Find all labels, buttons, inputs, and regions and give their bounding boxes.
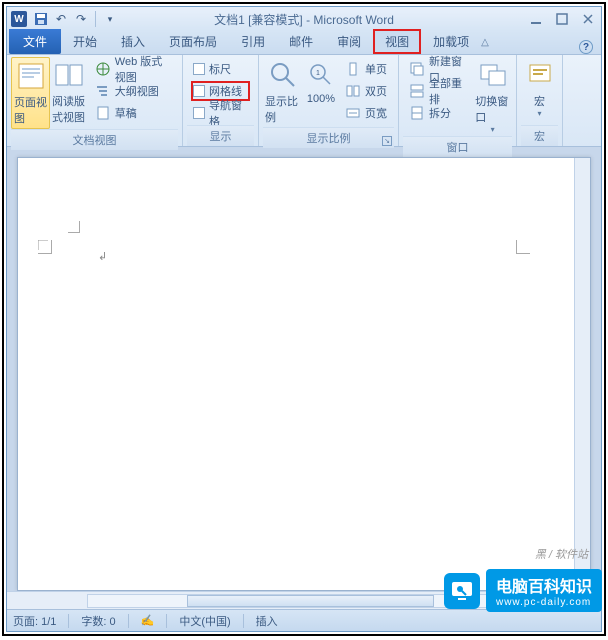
dialog-launcher-icon[interactable]: ↘ (382, 136, 392, 146)
watermark-url: www.pc-daily.com (496, 597, 592, 608)
help-icon[interactable]: ? (579, 40, 593, 54)
minimize-button[interactable] (527, 12, 545, 26)
zoom-100-button[interactable]: 1 100% (303, 57, 339, 107)
tab-addins[interactable]: 加载项 (421, 29, 481, 54)
reading-layout-label: 阅读版式视图 (52, 93, 87, 125)
checkbox-icon (193, 85, 205, 97)
margin-corner-tl (38, 240, 52, 254)
window-title: 文档1 [兼容模式] - Microsoft Word (214, 11, 394, 28)
draft-label: 草稿 (115, 105, 137, 121)
outline-button[interactable]: 大纲视图 (93, 81, 174, 101)
maximize-button[interactable] (553, 12, 571, 26)
group-document-views: 页面视图 阅读版式视图 Web 版式视图 大纲视图 (7, 55, 183, 146)
tab-home[interactable]: 开始 (61, 29, 109, 54)
dropdown-icon: ▾ (537, 109, 541, 118)
ruler-checkbox[interactable]: 标尺 (191, 59, 250, 79)
svg-text:1: 1 (316, 70, 320, 77)
arrange-all-button[interactable]: 全部重排 (407, 81, 469, 101)
status-proofing-icon[interactable]: ✍ (141, 614, 155, 627)
status-page[interactable]: 页面: 1/1 (13, 613, 56, 629)
group-zoom: 显示比例 1 100% 单页 双页 (259, 55, 399, 146)
switch-windows-button[interactable]: 切换窗口 ▾ (473, 57, 512, 136)
page-width-button[interactable]: 页宽 (343, 103, 389, 123)
margin-corner-tr (516, 240, 530, 254)
two-page-label: 双页 (365, 83, 387, 99)
tab-view[interactable]: 视图 (373, 29, 421, 54)
zoom-100-label: 100% (307, 93, 335, 105)
navpane-checkbox[interactable]: 导航窗格 (191, 103, 250, 123)
group-window: 新建窗口 全部重排 拆分 切换窗口 ▾ 窗口 (399, 55, 517, 146)
one-page-label: 单页 (365, 61, 387, 77)
undo-icon[interactable]: ↶ (52, 10, 70, 28)
titlebar: W ↶ ↷ ▾ 文档1 [兼容模式] - Microsoft Word (7, 7, 601, 31)
document-area: ↲ (7, 147, 601, 609)
tab-references[interactable]: 引用 (229, 29, 277, 54)
checkbox-icon (193, 107, 205, 119)
word-app-icon: W (11, 11, 27, 27)
watermark-logo: 电脑百科知识 www.pc-daily.com (444, 569, 602, 612)
zoom-button[interactable]: 显示比例 (263, 57, 303, 127)
print-layout-label: 页面视图 (14, 94, 47, 126)
zoom-label: 显示比例 (265, 93, 301, 125)
qat-separator (95, 11, 96, 27)
tab-layout[interactable]: 页面布局 (157, 29, 229, 54)
tab-review[interactable]: 审阅 (325, 29, 373, 54)
checkbox-icon (193, 63, 205, 75)
watermark-monitor-icon (444, 573, 480, 609)
group-label-window: 窗口 (403, 136, 512, 157)
print-layout-button[interactable]: 页面视图 (11, 57, 50, 129)
group-macros: 宏 ▾ 宏 (517, 55, 563, 146)
document-page[interactable]: ↲ (17, 157, 591, 591)
paragraph-mark-icon: ↲ (98, 250, 107, 263)
tab-insert[interactable]: 插入 (109, 29, 157, 54)
watermark-small-text: 黑 / 软件站 (535, 546, 588, 562)
status-word-count[interactable]: 字数: 0 (81, 613, 115, 629)
status-language[interactable]: 中文(中国) (179, 613, 230, 629)
two-page-button[interactable]: 双页 (343, 81, 389, 101)
outline-label: 大纲视图 (115, 83, 159, 99)
status-bar: 页面: 1/1 字数: 0 ✍ 中文(中国) 插入 (7, 609, 601, 631)
qat-customize-icon[interactable]: ▾ (101, 10, 119, 28)
macros-button[interactable]: 宏 ▾ (521, 57, 558, 120)
group-show: 标尺 网格线 导航窗格 显示 (183, 55, 259, 146)
ribbon-tabs: 文件 开始 插入 页面布局 引用 邮件 审阅 视图 加载项 △ ? (7, 31, 601, 55)
one-page-button[interactable]: 单页 (343, 59, 389, 79)
group-label-show: 显示 (187, 125, 254, 146)
ruler-label: 标尺 (209, 61, 231, 77)
dropdown-icon: ▾ (491, 125, 495, 134)
web-layout-button[interactable]: Web 版式视图 (93, 59, 174, 79)
watermark-brand: 电脑百科知识 (496, 579, 592, 596)
page-width-label: 页宽 (365, 105, 387, 121)
app-window: W ↶ ↷ ▾ 文档1 [兼容模式] - Microsoft Word 文件 开… (6, 6, 602, 632)
split-label: 拆分 (429, 105, 451, 121)
switch-windows-label: 切换窗口 (475, 93, 510, 125)
ribbon: 页面视图 阅读版式视图 Web 版式视图 大纲视图 (7, 55, 601, 147)
close-button[interactable] (579, 12, 597, 26)
group-label-views: 文档视图 (11, 129, 178, 150)
tab-mailings[interactable]: 邮件 (277, 29, 325, 54)
redo-icon[interactable]: ↷ (72, 10, 90, 28)
draft-button[interactable]: 草稿 (93, 103, 174, 123)
vertical-scrollbar[interactable] (574, 158, 590, 590)
ribbon-minimize-icon[interactable]: △ (481, 37, 489, 48)
reading-layout-button[interactable]: 阅读版式视图 (50, 57, 89, 127)
tab-file[interactable]: 文件 (9, 29, 61, 54)
status-insert-mode[interactable]: 插入 (256, 613, 278, 629)
save-icon[interactable] (32, 10, 50, 28)
group-label-zoom: 显示比例 ↘ (263, 127, 394, 148)
macros-label: 宏 (534, 93, 545, 109)
split-button[interactable]: 拆分 (407, 103, 469, 123)
group-label-macros: 宏 (521, 125, 558, 146)
